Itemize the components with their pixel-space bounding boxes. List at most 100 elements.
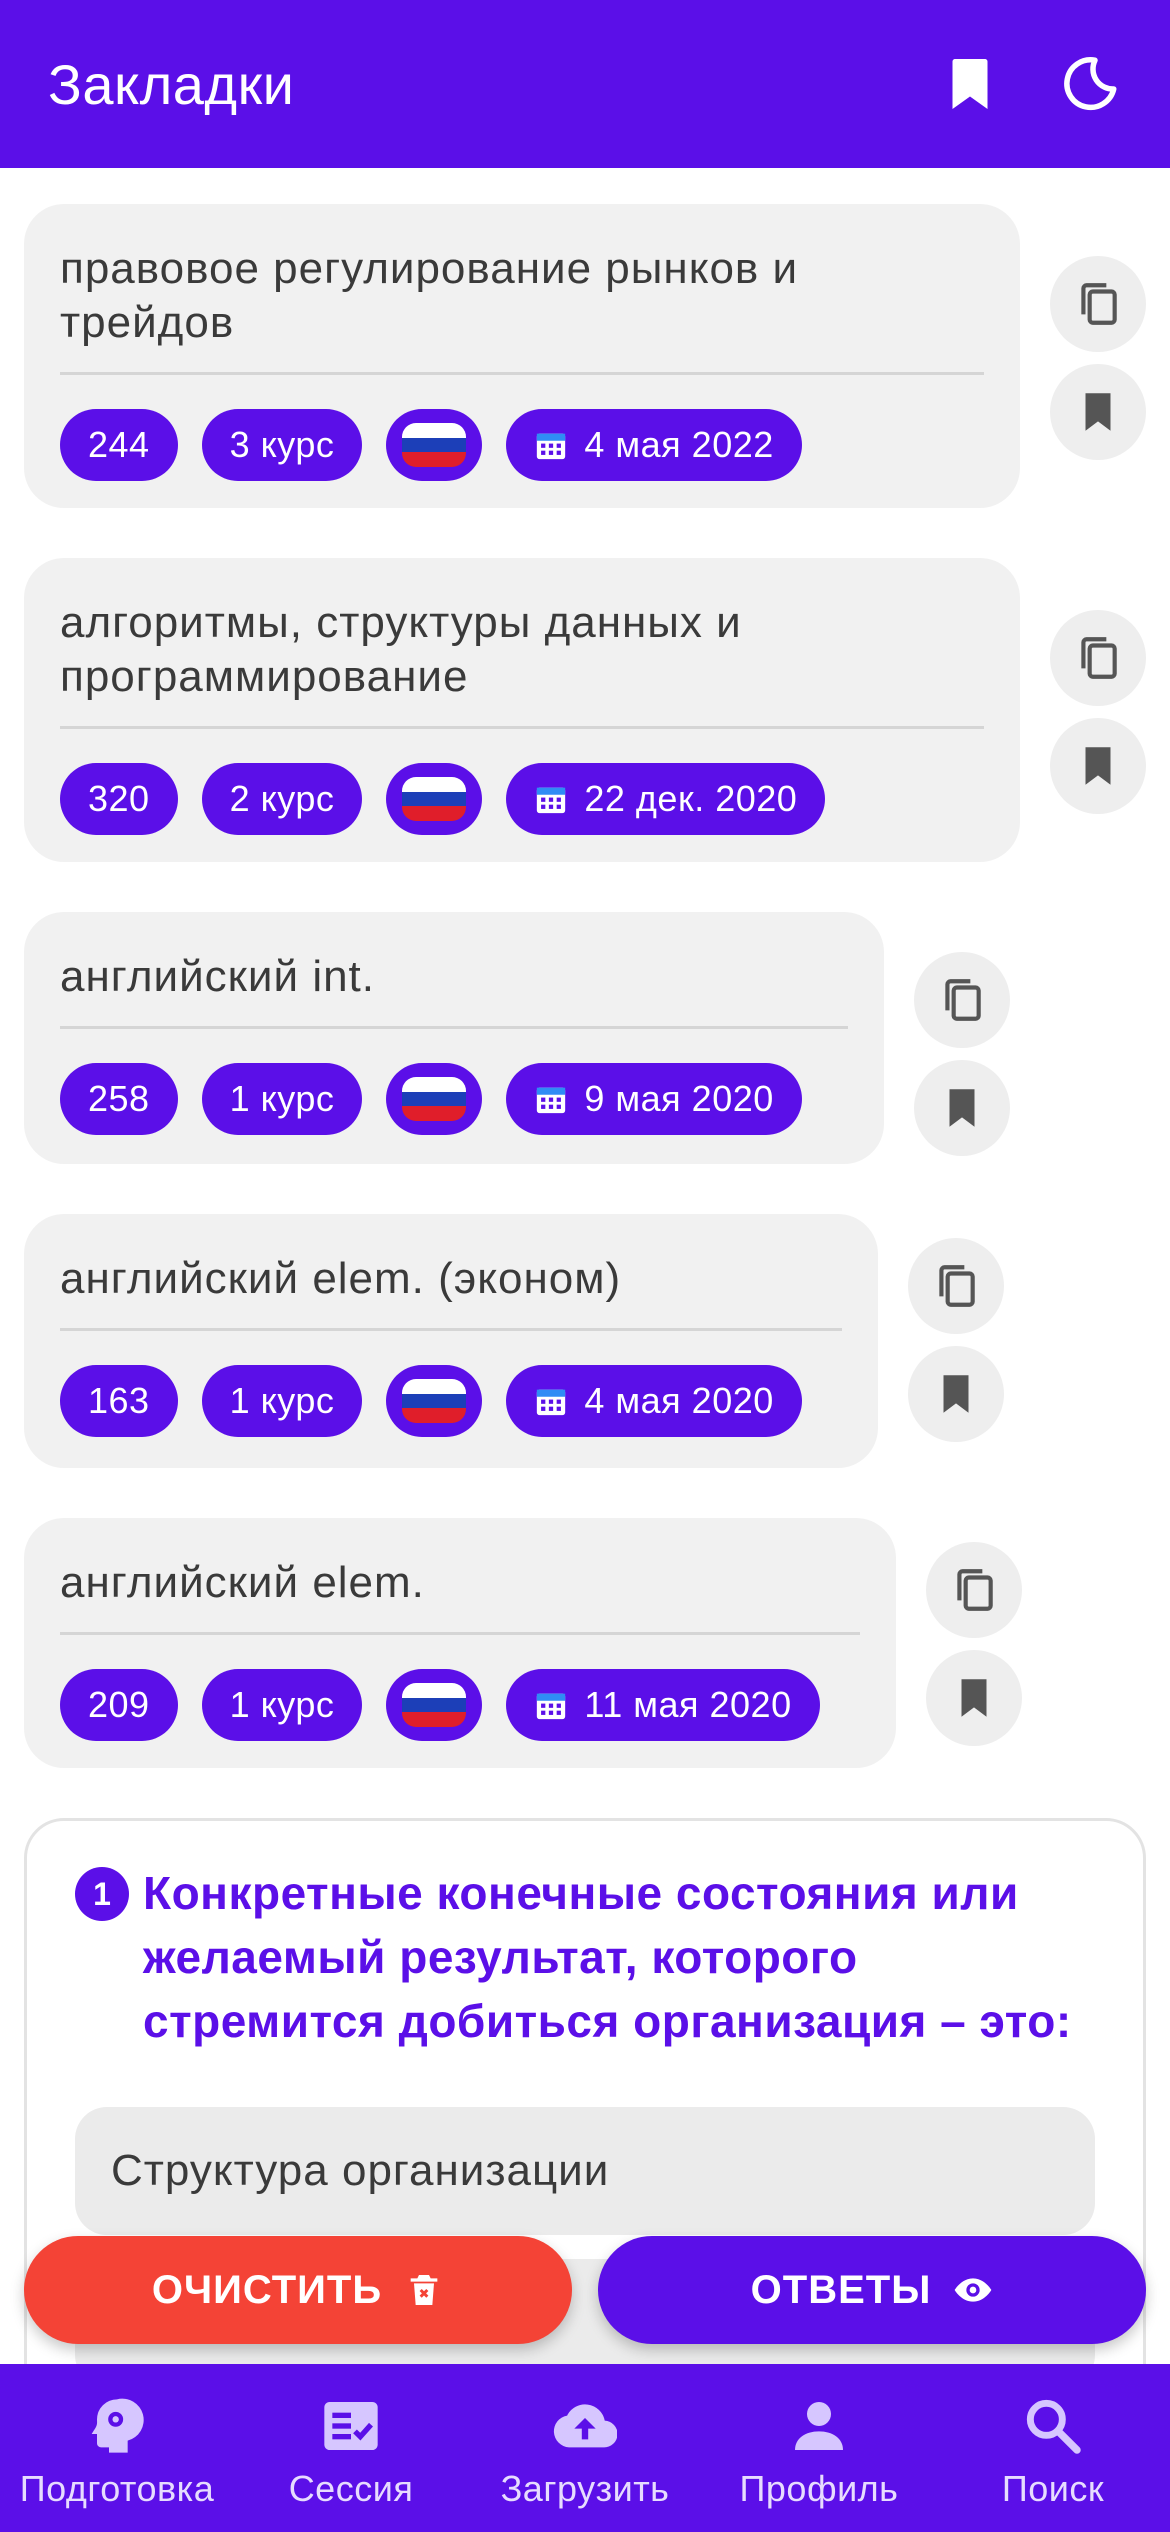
bookmark-icon [1085, 393, 1111, 431]
remove-bookmark-button[interactable] [926, 1650, 1022, 1746]
russia-flag-icon [402, 777, 467, 821]
calendar-icon [537, 433, 566, 460]
copy-icon [1081, 637, 1117, 679]
card-title: английский elem. [60, 1556, 860, 1635]
language-chip [386, 409, 483, 481]
calendar-icon [537, 787, 566, 814]
questions-count-chip: 163 [60, 1365, 178, 1437]
date-chip: 11 мая 2020 [506, 1669, 820, 1741]
card-chips: 244 3 курс 4 мая 2022 [60, 409, 984, 481]
card-chips: 209 1 курс 11 мая 2020 [60, 1669, 860, 1741]
copy-icon [945, 979, 981, 1021]
remove-bookmark-button[interactable] [908, 1346, 1004, 1442]
card-actions [1050, 610, 1146, 814]
answers-button-label: ОТВЕТЫ [750, 2267, 932, 2312]
bookmark-icon [1085, 747, 1111, 785]
bookmark-card-row: правовое регулирование рынков и трейдов … [24, 204, 1146, 508]
date-chip: 4 мая 2022 [506, 409, 802, 481]
calendar-icon [537, 1389, 566, 1416]
date-chip: 9 мая 2020 [506, 1063, 802, 1135]
answer-option[interactable]: Структура организации [75, 2107, 1095, 2235]
show-answers-button[interactable]: ОТВЕТЫ [598, 2236, 1146, 2344]
questions-count-chip: 209 [60, 1669, 178, 1741]
questions-count-chip: 320 [60, 763, 178, 835]
nav-item-preparation[interactable]: Подготовка [0, 2364, 234, 2532]
copy-button[interactable] [1050, 610, 1146, 706]
russia-flag-icon [402, 1683, 467, 1727]
language-chip [386, 763, 483, 835]
nav-label: Загрузить [500, 2468, 670, 2509]
copy-button[interactable] [1050, 256, 1146, 352]
question-header: 1 Конкретные конечные состояния или жела… [75, 1861, 1095, 2053]
bookmark-card[interactable]: правовое регулирование рынков и трейдов … [24, 204, 1020, 508]
nav-item-profile[interactable]: Профиль [702, 2364, 936, 2532]
nav-item-search[interactable]: Поиск [936, 2364, 1170, 2532]
search-icon [1026, 2399, 1081, 2454]
bookmark-card[interactable]: алгоритмы, структуры данных и программир… [24, 558, 1020, 862]
bookmark-icon [949, 1089, 975, 1127]
nav-label: Сессия [288, 2468, 414, 2509]
bottom-navigation: Подготовка Сессия Загрузить Профиль Поис… [0, 2364, 1170, 2532]
date-text: 22 дек. 2020 [584, 778, 798, 819]
copy-button[interactable] [926, 1542, 1022, 1638]
card-actions [908, 1238, 1004, 1442]
card-chips: 258 1 курс 9 мая 2020 [60, 1063, 848, 1135]
language-chip [386, 1365, 483, 1437]
language-chip [386, 1063, 483, 1135]
brain-icon [91, 2398, 144, 2453]
date-chip: 22 дек. 2020 [506, 763, 826, 835]
date-text: 9 мая 2020 [584, 1078, 774, 1119]
nav-label: Профиль [739, 2468, 899, 2509]
clear-button-label: ОЧИСТИТЬ [151, 2267, 383, 2312]
calendar-icon [537, 1693, 566, 1720]
date-chip: 4 мая 2020 [506, 1365, 802, 1437]
question-number-badge: 1 [75, 1867, 129, 1921]
course-chip: 1 курс [201, 1365, 363, 1437]
clear-button[interactable]: ОЧИСТИТЬ [24, 2236, 572, 2344]
remove-bookmark-button[interactable] [914, 1060, 1010, 1156]
question-text: Конкретные конечные состояния или желаем… [143, 1867, 1072, 2047]
app-bar: Закладки [0, 0, 1170, 168]
questions-count-chip: 258 [60, 1063, 178, 1135]
card-actions [1050, 256, 1146, 460]
answer-text: Структура организации [111, 2146, 610, 2195]
bookmark-icon[interactable] [938, 52, 1002, 116]
card-chips: 320 2 курс 22 дек. 2020 [60, 763, 984, 835]
russia-flag-icon [402, 1077, 467, 1121]
nav-item-session[interactable]: Сессия [234, 2364, 468, 2532]
remove-bookmark-button[interactable] [1050, 718, 1146, 814]
date-text: 4 мая 2022 [584, 424, 774, 465]
course-chip: 1 курс [201, 1669, 363, 1741]
course-chip: 2 курс [201, 763, 363, 835]
card-title: английский int. [60, 950, 848, 1029]
copy-icon [957, 1569, 993, 1611]
card-chips: 163 1 курс 4 мая 2020 [60, 1365, 842, 1437]
bookmark-card-row: алгоритмы, структуры данных и программир… [24, 558, 1146, 862]
bookmark-card[interactable]: английский int. 258 1 курс 9 мая 2020 [24, 912, 884, 1164]
nav-item-upload[interactable]: Загрузить [468, 2364, 702, 2532]
bookmark-icon [943, 1375, 969, 1413]
remove-bookmark-button[interactable] [1050, 364, 1146, 460]
eye-icon [955, 2278, 992, 2302]
date-text: 11 мая 2020 [584, 1684, 792, 1725]
app-root: Закладки правовое регулирование рынков и… [0, 0, 1170, 2532]
bookmark-card[interactable]: английский elem. 209 1 курс 11 мая 2020 [24, 1518, 896, 1768]
card-title: правовое регулирование рынков и трейдов [60, 242, 984, 375]
card-title: алгоритмы, структуры данных и программир… [60, 596, 984, 729]
copy-button[interactable] [908, 1238, 1004, 1334]
moon-icon[interactable] [1058, 52, 1122, 116]
copy-button[interactable] [914, 952, 1010, 1048]
russia-flag-icon [402, 423, 467, 467]
nav-label: Подготовка [19, 2468, 215, 2509]
person-icon [795, 2402, 843, 2450]
copy-icon [939, 1265, 975, 1307]
copy-icon [1081, 283, 1117, 325]
card-actions [914, 952, 1010, 1156]
course-chip: 1 курс [201, 1063, 363, 1135]
cloud-upload-icon [553, 2404, 617, 2448]
course-chip: 3 курс [201, 409, 363, 481]
card-actions [926, 1542, 1022, 1746]
bookmark-card-row: английский elem. 209 1 курс 11 мая 2020 [24, 1518, 1022, 1768]
nav-label: Поиск [1001, 2468, 1105, 2509]
bookmark-card[interactable]: английский elem. (эконом) 163 1 курс 4 м… [24, 1214, 878, 1468]
